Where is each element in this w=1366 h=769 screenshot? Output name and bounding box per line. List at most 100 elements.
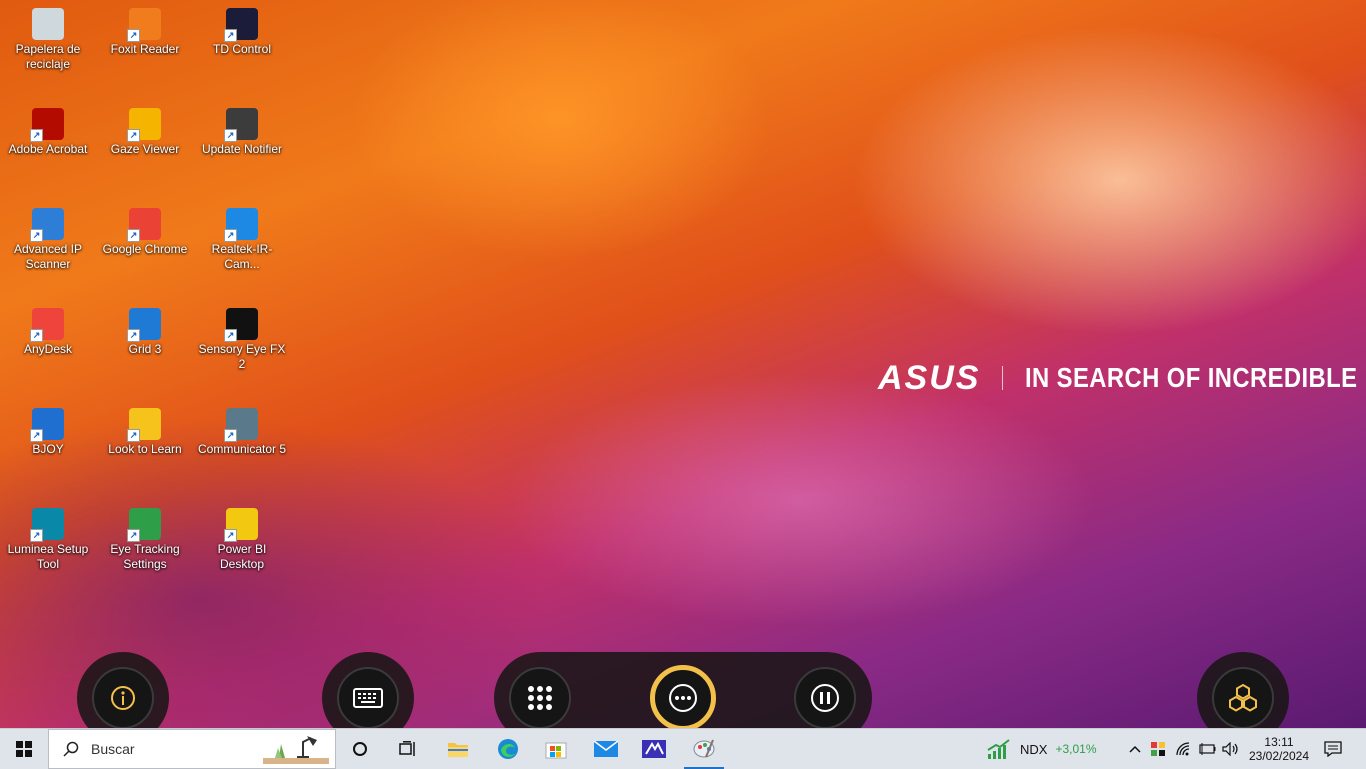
shortcut-arrow-icon: ↗ bbox=[224, 429, 237, 442]
desktop-icon[interactable]: ↗ TD Control bbox=[194, 0, 290, 90]
desktop-icon[interactable]: ↗ Eye Tracking Settings bbox=[97, 500, 193, 590]
shortcut-arrow-icon: ↗ bbox=[127, 529, 140, 542]
tray-app-icon bbox=[1151, 742, 1165, 756]
mail-button[interactable] bbox=[586, 729, 626, 769]
paint-button[interactable] bbox=[684, 729, 724, 769]
keyboard-icon bbox=[353, 688, 383, 708]
shortcut-arrow-icon: ↗ bbox=[224, 229, 237, 242]
brand-tagline: IN SEARCH OF INCREDIBLE bbox=[1025, 362, 1358, 393]
desktop-icon-label: Communicator 5 bbox=[197, 442, 287, 456]
volume-button[interactable] bbox=[1220, 729, 1242, 769]
windows-icon bbox=[16, 741, 32, 757]
stock-widget[interactable]: NDX +3,01% bbox=[986, 729, 1110, 769]
desktop-icon-label: Sensory Eye FX 2 bbox=[198, 342, 286, 371]
desktop-icon-label: Realtek-IR-Cam... bbox=[211, 242, 273, 271]
app-icon bbox=[642, 740, 666, 758]
communicator-icon: ↗ bbox=[224, 408, 258, 442]
advanced-ip-scanner-icon: ↗ bbox=[30, 208, 64, 242]
desktop-icon-label: Google Chrome bbox=[102, 242, 188, 256]
desktop-icon-label: Update Notifier bbox=[201, 142, 283, 156]
cubes-icon bbox=[1229, 683, 1257, 712]
search-icon bbox=[63, 741, 79, 757]
desktop-icon-label: Luminea Setup Tool bbox=[7, 542, 89, 571]
stock-change: +3,01% bbox=[1055, 742, 1097, 756]
desktop-icon[interactable]: ↗ Look to Learn bbox=[97, 400, 193, 490]
battery-icon bbox=[1199, 743, 1216, 755]
edge-button[interactable] bbox=[488, 729, 528, 769]
desktop-icon-label: Adobe Acrobat bbox=[8, 142, 88, 156]
desktop-icon-label: Papelera de reciclaje bbox=[15, 42, 81, 71]
cortana-button[interactable] bbox=[340, 729, 380, 769]
desktop-icon[interactable]: ↗ Power BI Desktop bbox=[194, 500, 290, 590]
task-view-button[interactable] bbox=[388, 729, 428, 769]
desktop-icon[interactable]: ↗ Sensory Eye FX 2 bbox=[194, 300, 290, 390]
shortcut-arrow-icon: ↗ bbox=[127, 429, 140, 442]
desktop-icon[interactable]: ↗ Realtek-IR-Cam... bbox=[194, 200, 290, 290]
shortcut-arrow-icon: ↗ bbox=[224, 29, 237, 42]
desktop-icon[interactable]: ↗ Gaze Viewer bbox=[97, 100, 193, 190]
search-highlight-illustration bbox=[263, 736, 329, 764]
desktop-icon[interactable]: ↗ BJOY bbox=[0, 400, 96, 490]
app-button[interactable] bbox=[634, 729, 674, 769]
desktop-icon[interactable]: ↗ Google Chrome bbox=[97, 200, 193, 290]
taskbar: Buscar NDX +3,01% 13:11 23/02/2024 bbox=[0, 728, 1366, 769]
desktop-icon[interactable]: ↗ Grid 3 bbox=[97, 300, 193, 390]
grid-3-icon: ↗ bbox=[127, 308, 161, 342]
chevron-up-icon bbox=[1129, 745, 1141, 753]
eye-tracking-settings-icon: ↗ bbox=[127, 508, 161, 542]
look-to-learn-icon: ↗ bbox=[127, 408, 161, 442]
desktop-icon[interactable]: Papelera de reciclaje bbox=[0, 0, 96, 90]
task-view-icon bbox=[399, 741, 415, 756]
desktop-icon[interactable]: ↗ AnyDesk bbox=[0, 300, 96, 390]
desktop-icon-label: BJOY bbox=[32, 442, 64, 456]
desktop-icon-label: Gaze Viewer bbox=[110, 142, 180, 156]
shortcut-arrow-icon: ↗ bbox=[127, 129, 140, 142]
desktop-icon[interactable]: ↗ Update Notifier bbox=[194, 100, 290, 190]
desktop-icon-label: Power BI Desktop bbox=[217, 542, 267, 571]
action-center-button[interactable] bbox=[1316, 729, 1350, 769]
shortcut-arrow-icon: ↗ bbox=[127, 229, 140, 242]
shortcut-arrow-icon: ↗ bbox=[224, 129, 237, 142]
clock[interactable]: 13:11 23/02/2024 bbox=[1246, 729, 1312, 769]
update-notifier-icon: ↗ bbox=[224, 108, 258, 142]
anydesk-icon: ↗ bbox=[30, 308, 64, 342]
stock-chart-icon bbox=[987, 739, 1010, 759]
adobe-acrobat-icon: ↗ bbox=[30, 108, 64, 142]
desktop-icon-label: Foxit Reader bbox=[110, 42, 180, 56]
desktop-icon-label: Eye Tracking Settings bbox=[110, 542, 180, 571]
desktop-icon[interactable]: ↗ Advanced IP Scanner bbox=[0, 200, 96, 290]
foxit-reader-icon: ↗ bbox=[127, 8, 161, 42]
store-button[interactable] bbox=[536, 729, 576, 769]
bjoy-icon: ↗ bbox=[30, 408, 64, 442]
show-hidden-icons-button[interactable] bbox=[1126, 729, 1144, 769]
search-box[interactable]: Buscar bbox=[48, 729, 336, 769]
stock-ticker: NDX bbox=[1020, 741, 1048, 757]
tray-app-button[interactable] bbox=[1148, 729, 1168, 769]
shortcut-arrow-icon: ↗ bbox=[224, 529, 237, 542]
start-button[interactable] bbox=[0, 729, 48, 769]
shortcut-arrow-icon: ↗ bbox=[127, 329, 140, 342]
gaze-viewer-icon: ↗ bbox=[127, 108, 161, 142]
desktop-icon-label: TD Control bbox=[212, 42, 271, 56]
search-placeholder: Buscar bbox=[91, 741, 135, 757]
desktop-icon[interactable]: ↗ Foxit Reader bbox=[97, 0, 193, 90]
desktop-icon-label: Grid 3 bbox=[128, 342, 162, 356]
shortcut-arrow-icon: ↗ bbox=[127, 29, 140, 42]
edge-icon bbox=[498, 739, 518, 759]
shortcut-arrow-icon: ↗ bbox=[30, 529, 43, 542]
battery-button[interactable] bbox=[1196, 729, 1218, 769]
desktop-icon[interactable]: ↗ Adobe Acrobat bbox=[0, 100, 96, 190]
desktop-icon[interactable]: ↗ Communicator 5 bbox=[194, 400, 290, 490]
power-bi-icon: ↗ bbox=[224, 508, 258, 542]
info-icon bbox=[111, 686, 135, 710]
wifi-icon bbox=[1176, 742, 1190, 756]
file-explorer-button[interactable] bbox=[438, 729, 478, 769]
desktop-icon-label: Advanced IP Scanner bbox=[13, 242, 83, 271]
desktop-icon[interactable]: ↗ Luminea Setup Tool bbox=[0, 500, 96, 590]
asus-logo: ASUS bbox=[878, 358, 981, 397]
asus-brand: ASUS IN SEARCH OF INCREDIBLE bbox=[878, 358, 1366, 397]
network-button[interactable] bbox=[1174, 729, 1194, 769]
desktop-icon-label: AnyDesk bbox=[23, 342, 73, 356]
notification-icon bbox=[1324, 741, 1342, 757]
paint-icon bbox=[693, 739, 715, 758]
